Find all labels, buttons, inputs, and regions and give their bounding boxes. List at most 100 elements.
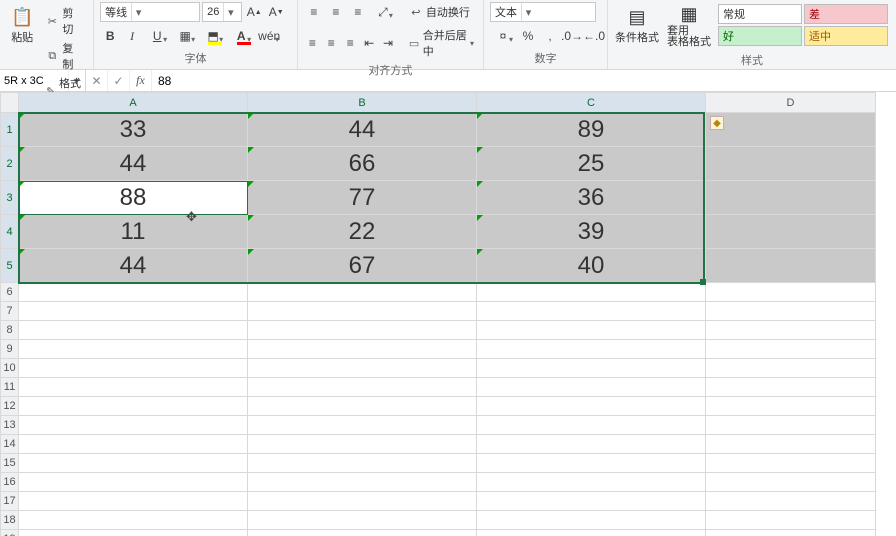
cell-A5[interactable]: 44 bbox=[19, 249, 248, 283]
cell-B17[interactable] bbox=[248, 492, 477, 511]
formula-input[interactable] bbox=[152, 70, 896, 91]
cell-D1[interactable] bbox=[706, 113, 876, 147]
cell-B9[interactable] bbox=[248, 340, 477, 359]
select-all-corner[interactable] bbox=[1, 93, 19, 113]
cell-A6[interactable] bbox=[19, 283, 248, 302]
cell-C16[interactable] bbox=[477, 473, 706, 492]
cell-D4[interactable] bbox=[706, 215, 876, 249]
cell-D16[interactable] bbox=[706, 473, 876, 492]
cell-B8[interactable] bbox=[248, 321, 477, 340]
cell-A19[interactable] bbox=[19, 530, 248, 536]
cell-B12[interactable] bbox=[248, 397, 477, 416]
cell-A2[interactable]: 44 bbox=[19, 147, 248, 181]
copy-button[interactable]: ⧉ 复制 bbox=[42, 39, 87, 73]
cell-B3[interactable]: 77 bbox=[248, 181, 477, 215]
cell-B10[interactable] bbox=[248, 359, 477, 378]
accounting-format-button[interactable]: ¤ bbox=[490, 26, 516, 46]
col-head-D[interactable]: D bbox=[706, 93, 876, 113]
cell-B7[interactable] bbox=[248, 302, 477, 321]
cell-D12[interactable] bbox=[706, 397, 876, 416]
cell-A15[interactable] bbox=[19, 454, 248, 473]
cell-C11[interactable] bbox=[477, 378, 706, 397]
cell-A8[interactable] bbox=[19, 321, 248, 340]
confirm-formula-button[interactable]: ✓ bbox=[108, 70, 130, 91]
cell-D11[interactable] bbox=[706, 378, 876, 397]
bold-button[interactable]: B bbox=[100, 26, 120, 46]
cell-C19[interactable] bbox=[477, 530, 706, 536]
border-button[interactable]: ▦ bbox=[172, 26, 198, 46]
cell-D13[interactable] bbox=[706, 416, 876, 435]
cell-A13[interactable] bbox=[19, 416, 248, 435]
align-bottom-button[interactable]: ≡ bbox=[348, 2, 368, 22]
cell-C5[interactable]: 40 bbox=[477, 249, 706, 283]
cell-B15[interactable] bbox=[248, 454, 477, 473]
row-head-1[interactable]: 1 bbox=[1, 113, 19, 147]
style-good[interactable]: 好 bbox=[718, 26, 802, 46]
cell-D14[interactable] bbox=[706, 435, 876, 454]
cell-D10[interactable] bbox=[706, 359, 876, 378]
row-head-10[interactable]: 10 bbox=[1, 359, 19, 378]
row-head-6[interactable]: 6 bbox=[1, 283, 19, 302]
row-head-12[interactable]: 12 bbox=[1, 397, 19, 416]
cell-C18[interactable] bbox=[477, 511, 706, 530]
cell-A1[interactable]: 33 bbox=[19, 113, 248, 147]
merge-center-button[interactable]: ▭ 合并后居中 ▾ bbox=[405, 26, 477, 60]
cell-C14[interactable] bbox=[477, 435, 706, 454]
align-top-button[interactable]: ≡ bbox=[304, 2, 324, 22]
increase-indent-button[interactable]: ⇥ bbox=[380, 33, 397, 53]
paste-button[interactable]: 📋 粘贴 bbox=[6, 2, 38, 50]
italic-button[interactable]: I bbox=[122, 26, 142, 46]
insert-function-button[interactable]: fx bbox=[130, 70, 152, 91]
col-head-C[interactable]: C bbox=[477, 93, 706, 113]
cell-A14[interactable] bbox=[19, 435, 248, 454]
font-size-combo[interactable]: 26 ▾ bbox=[202, 2, 242, 22]
cell-D5[interactable] bbox=[706, 249, 876, 283]
cell-C13[interactable] bbox=[477, 416, 706, 435]
row-head-8[interactable]: 8 bbox=[1, 321, 19, 340]
cell-C9[interactable] bbox=[477, 340, 706, 359]
cell-A10[interactable] bbox=[19, 359, 248, 378]
cell-A3[interactable]: 88 bbox=[19, 181, 248, 215]
cell-C2[interactable]: 25 bbox=[477, 147, 706, 181]
cell-B1[interactable]: 44 bbox=[248, 113, 477, 147]
cell-D18[interactable] bbox=[706, 511, 876, 530]
align-middle-button[interactable]: ≡ bbox=[326, 2, 346, 22]
cell-B11[interactable] bbox=[248, 378, 477, 397]
row-head-2[interactable]: 2 bbox=[1, 147, 19, 181]
cell-C10[interactable] bbox=[477, 359, 706, 378]
cell-A7[interactable] bbox=[19, 302, 248, 321]
align-left-button[interactable]: ≡ bbox=[304, 33, 321, 53]
row-head-15[interactable]: 15 bbox=[1, 454, 19, 473]
cell-D17[interactable] bbox=[706, 492, 876, 511]
cell-A4[interactable]: 11 bbox=[19, 215, 248, 249]
format-as-table-button[interactable]: ▦ 套用 表格格式 bbox=[664, 2, 714, 50]
cell-A11[interactable] bbox=[19, 378, 248, 397]
cell-C15[interactable] bbox=[477, 454, 706, 473]
comma-format-button[interactable]: , bbox=[540, 26, 560, 46]
cell-C7[interactable] bbox=[477, 302, 706, 321]
cell-D3[interactable] bbox=[706, 181, 876, 215]
cell-D8[interactable] bbox=[706, 321, 876, 340]
row-head-19[interactable]: 19 bbox=[1, 530, 19, 536]
cell-A16[interactable] bbox=[19, 473, 248, 492]
cell-C8[interactable] bbox=[477, 321, 706, 340]
decrease-indent-button[interactable]: ⇤ bbox=[361, 33, 378, 53]
cell-C3[interactable]: 36 bbox=[477, 181, 706, 215]
cell-D9[interactable] bbox=[706, 340, 876, 359]
style-neutral[interactable]: 适中 bbox=[804, 26, 888, 46]
decrease-decimal-button[interactable]: ←.0 bbox=[584, 26, 604, 46]
cell-B5[interactable]: 67 bbox=[248, 249, 477, 283]
row-head-4[interactable]: 4 bbox=[1, 215, 19, 249]
style-bad[interactable]: 差 bbox=[804, 4, 888, 24]
col-head-B[interactable]: B bbox=[248, 93, 477, 113]
align-center-button[interactable]: ≡ bbox=[323, 33, 340, 53]
style-normal[interactable]: 常规 bbox=[718, 4, 802, 24]
cell-B13[interactable] bbox=[248, 416, 477, 435]
cell-styles-gallery[interactable]: 常规 差 好 适中 bbox=[718, 4, 890, 46]
cell-D7[interactable] bbox=[706, 302, 876, 321]
underline-button[interactable]: U bbox=[144, 26, 170, 46]
decrease-font-button[interactable]: A▼ bbox=[266, 2, 286, 22]
cancel-formula-button[interactable]: ✕ bbox=[86, 70, 108, 91]
cell-C6[interactable] bbox=[477, 283, 706, 302]
row-head-17[interactable]: 17 bbox=[1, 492, 19, 511]
